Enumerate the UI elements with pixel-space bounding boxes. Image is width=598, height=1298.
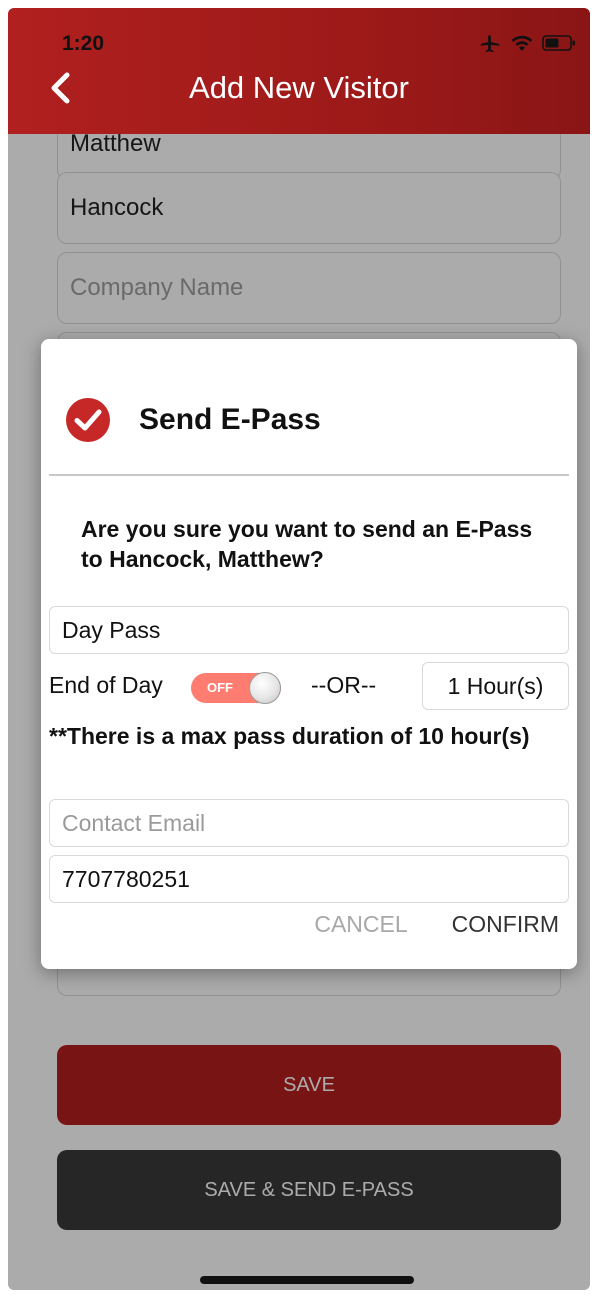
pass-type-select[interactable]: Day Pass [49,606,569,654]
check-circle-icon [66,398,110,442]
home-indicator [200,1276,414,1284]
dialog-actions: CANCEL CONFIRM [314,911,559,938]
hours-value: 1 Hour(s) [447,672,544,699]
phone-value: 7707780251 [62,865,190,892]
status-icons [478,32,576,54]
app-header: 1:20 Add New Visitor [8,8,590,134]
phone-input[interactable]: 7707780251 [49,855,569,903]
dialog-question: Are you sure you want to send an E-Pass … [81,516,533,572]
toggle-knob [249,672,281,704]
contact-email-input[interactable]: Contact Email [49,799,569,847]
end-of-day-toggle[interactable]: OFF [191,672,281,704]
wifi-icon [511,35,533,51]
confirm-button[interactable]: CONFIRM [452,911,559,938]
end-of-day-label: End of Day [49,672,163,698]
end-of-day-row: End of Day OFF --OR-- 1 Hour(s) [49,662,569,712]
or-separator: --OR-- [311,672,377,698]
max-duration-note: **There is a max pass duration of 10 hou… [49,723,530,749]
contact-email-placeholder: Contact Email [62,809,206,836]
send-epass-dialog: Send E-Pass Are you sure you want to sen… [41,339,577,969]
dialog-divider [49,474,569,476]
airplane-icon [480,35,500,53]
hours-select[interactable]: 1 Hour(s) [422,662,569,710]
page-title: Add New Visitor [189,70,409,105]
toggle-state-text: OFF [207,680,233,695]
cancel-button[interactable]: CANCEL [314,911,407,938]
dialog-title: Send E-Pass [139,403,321,436]
status-time: 1:20 [62,32,105,55]
phone-screen: Matthew Hancock Company Name Notes SAVE … [8,8,590,1290]
pass-type-value: Day Pass [62,616,161,643]
battery-icon [542,35,575,51]
